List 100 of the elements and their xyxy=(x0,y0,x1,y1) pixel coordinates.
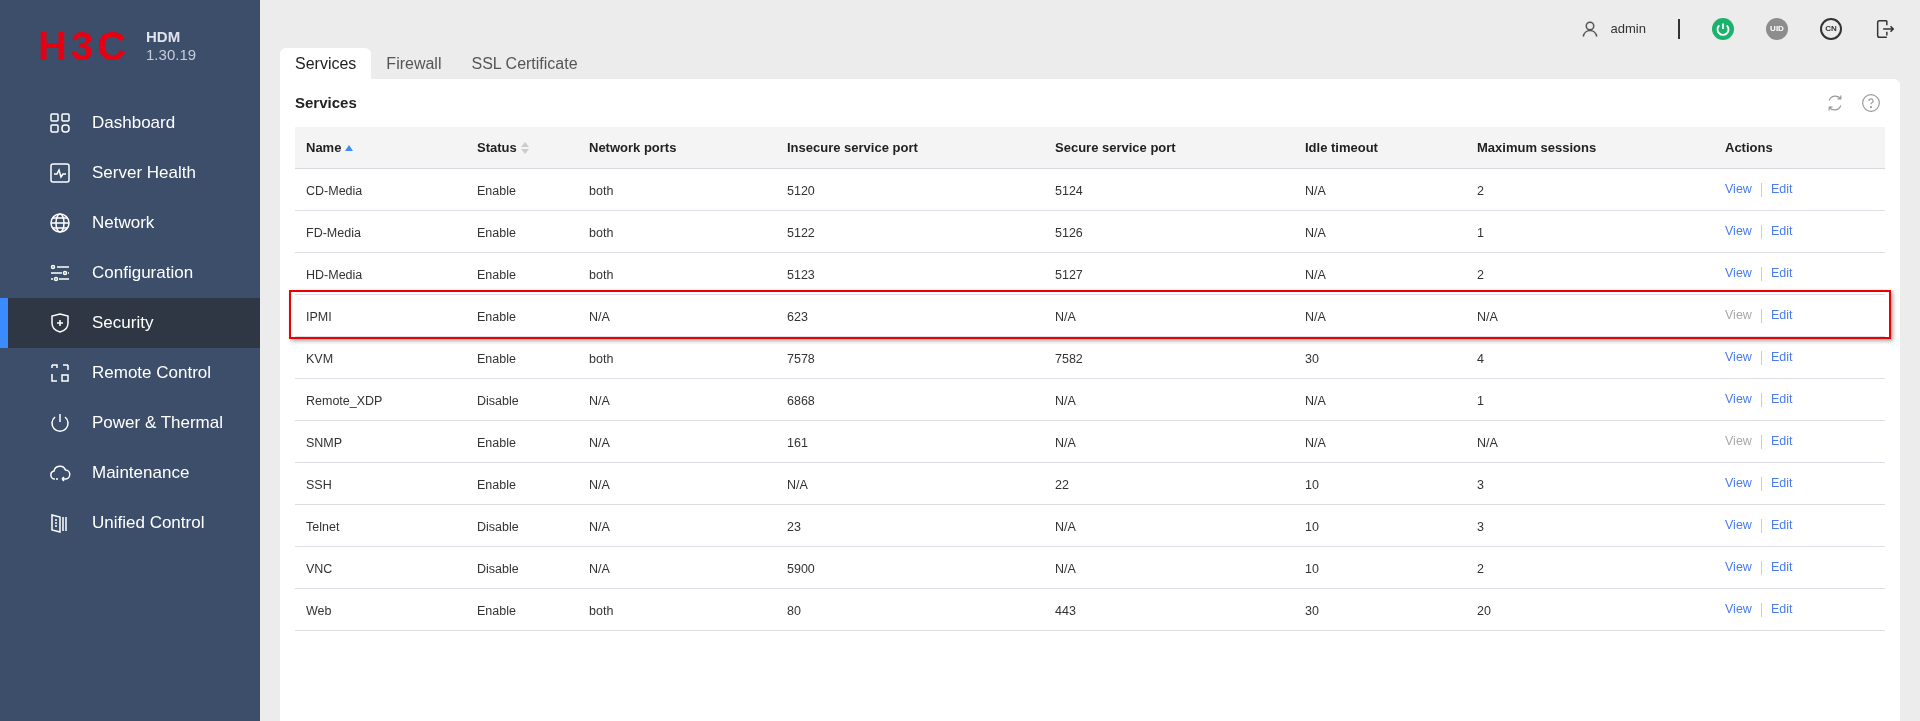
table-cell: IPMI xyxy=(306,309,332,324)
table-cell: N/A xyxy=(1305,435,1326,450)
view-link[interactable]: View xyxy=(1725,600,1752,619)
table-cell: N/A xyxy=(787,477,808,492)
table-cell: Telnet xyxy=(306,519,340,534)
table-cell: N/A xyxy=(1055,435,1076,450)
grid-icon xyxy=(48,111,72,135)
sidebar-item[interactable]: Maintenance xyxy=(0,448,260,498)
table-cell: 10 xyxy=(1305,477,1319,492)
table-cell: 10 xyxy=(1305,519,1319,534)
table-cell: N/A xyxy=(589,561,610,576)
tab[interactable]: SSL Certificate xyxy=(456,48,593,79)
uid-badge[interactable]: UID xyxy=(1766,18,1788,40)
view-link[interactable]: View xyxy=(1725,180,1752,199)
edit-link[interactable]: Edit xyxy=(1770,222,1793,241)
edit-link[interactable]: Edit xyxy=(1770,558,1793,577)
table-cell: 5122 xyxy=(787,225,815,240)
sidebar-item[interactable]: Power & Thermal xyxy=(0,398,260,448)
table-cell: Enable xyxy=(477,267,516,282)
table-cell: both xyxy=(589,267,614,282)
view-link[interactable]: View xyxy=(1725,558,1752,577)
view-link[interactable]: View xyxy=(1725,474,1752,493)
column-header[interactable]: Status xyxy=(477,137,517,158)
language-button[interactable]: CN xyxy=(1820,18,1842,40)
table-cell: both xyxy=(589,225,614,240)
view-link[interactable]: View xyxy=(1725,222,1752,241)
table-cell: Enable xyxy=(477,603,516,618)
panel-title: Services xyxy=(295,92,357,113)
column-header: Idle timeout xyxy=(1305,138,1378,157)
edit-link[interactable]: Edit xyxy=(1770,390,1793,409)
table-cell: N/A xyxy=(1477,309,1498,324)
edit-link[interactable]: Edit xyxy=(1770,306,1793,325)
table-cell: 5123 xyxy=(787,267,815,282)
logout-icon[interactable] xyxy=(1874,18,1896,40)
table-cell: 5900 xyxy=(787,561,815,576)
table-cell: SNMP xyxy=(306,435,343,450)
edit-link[interactable]: Edit xyxy=(1770,348,1793,367)
edit-link[interactable]: Edit xyxy=(1770,516,1793,535)
table-cell: N/A xyxy=(589,435,610,450)
table-cell: 3 xyxy=(1477,519,1484,534)
table-cell: Disable xyxy=(477,519,519,534)
sort-icon[interactable] xyxy=(520,141,529,154)
edit-link[interactable]: Edit xyxy=(1770,474,1793,493)
sidebar-item[interactable]: Dashboard xyxy=(0,98,260,148)
table-cell: 22 xyxy=(1055,477,1069,492)
table-cell: 30 xyxy=(1305,351,1319,366)
sidebar-item[interactable]: Network xyxy=(0,198,260,248)
view-link[interactable]: View xyxy=(1725,348,1752,367)
table-cell: Enable xyxy=(477,351,516,366)
table-cell: N/A xyxy=(589,477,610,492)
tab[interactable]: Services xyxy=(280,48,372,79)
username[interactable]: admin xyxy=(1610,19,1646,39)
table-cell: N/A xyxy=(589,309,610,324)
table-cell: Disable xyxy=(477,561,519,576)
table-cell: N/A xyxy=(1305,267,1326,282)
brand-logo: H3C xyxy=(38,28,131,64)
table-cell: FD-Media xyxy=(306,225,361,240)
column-header[interactable]: Name xyxy=(306,137,342,158)
table-cell: KVM xyxy=(306,351,334,366)
table-cell: SSH xyxy=(306,477,332,492)
view-link[interactable]: View xyxy=(1725,390,1752,409)
power-icon[interactable] xyxy=(1712,18,1734,40)
table-cell: 623 xyxy=(787,309,808,324)
view-link[interactable]: View xyxy=(1725,264,1752,283)
edit-link[interactable]: Edit xyxy=(1770,180,1793,199)
table-cell: 20 xyxy=(1477,603,1491,618)
table-cell: Enable xyxy=(477,225,516,240)
table-cell: Enable xyxy=(477,435,516,450)
edit-link[interactable]: Edit xyxy=(1770,600,1793,619)
table-cell: Enable xyxy=(477,477,516,492)
table-cell: 2 xyxy=(1477,183,1484,198)
table-cell: 4 xyxy=(1477,351,1484,366)
sidebar-item[interactable]: Configuration xyxy=(0,248,260,298)
table-cell: Enable xyxy=(477,183,516,198)
table-cell: CD-Media xyxy=(306,183,363,198)
help-icon[interactable] xyxy=(1861,93,1881,113)
version-text: 1.30.19 xyxy=(146,46,197,64)
table-cell: 1 xyxy=(1477,225,1484,240)
edit-link[interactable]: Edit xyxy=(1770,432,1793,451)
table-cell: Remote_XDP xyxy=(306,393,383,408)
sidebar-item[interactable]: Remote Control xyxy=(0,348,260,398)
table-cell: VNC xyxy=(306,561,333,576)
table-cell: N/A xyxy=(589,519,610,534)
edit-link[interactable]: Edit xyxy=(1770,264,1793,283)
sort-ascending-icon[interactable] xyxy=(345,144,354,151)
sidebar-item[interactable]: Unified Control xyxy=(0,498,260,548)
tab[interactable]: Firewall xyxy=(371,48,457,79)
sidebar-item[interactable]: Security xyxy=(0,298,260,348)
view-link[interactable]: View xyxy=(1725,516,1752,535)
table-cell: 80 xyxy=(787,603,801,618)
table-cell: N/A xyxy=(1055,561,1076,576)
sidebar-item[interactable]: Server Health xyxy=(0,148,260,198)
table-cell: N/A xyxy=(589,393,610,408)
table-cell: both xyxy=(589,183,614,198)
pulse-icon xyxy=(48,161,72,185)
column-header: Secure service port xyxy=(1055,138,1176,157)
user-icon xyxy=(1580,20,1599,38)
table-cell: 7582 xyxy=(1055,351,1083,366)
table-cell: Enable xyxy=(477,309,516,324)
table-cell: 5127 xyxy=(1055,267,1083,282)
